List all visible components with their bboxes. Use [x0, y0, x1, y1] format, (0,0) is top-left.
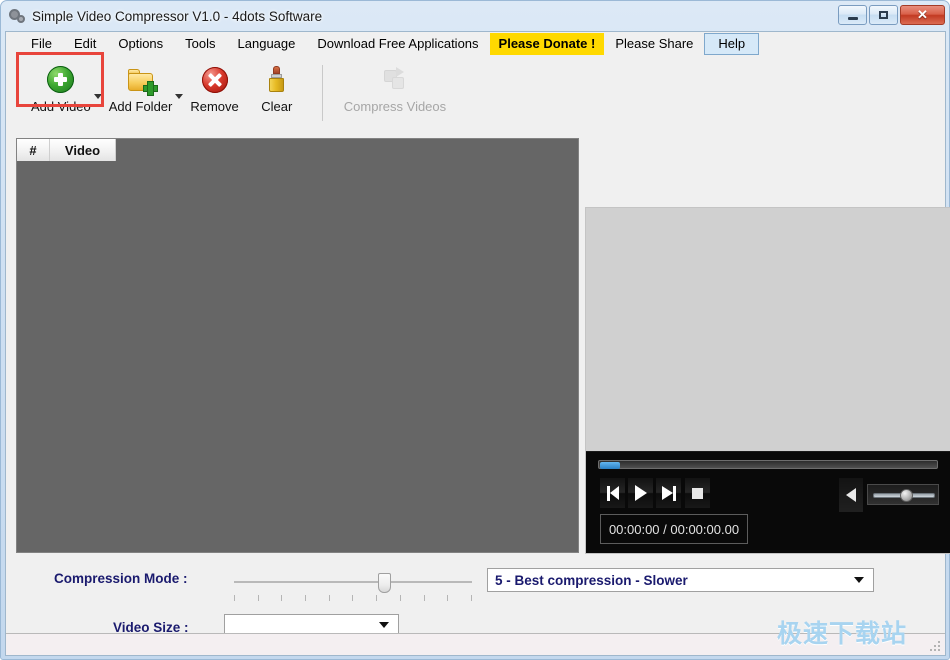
compression-mode-label: Compression Mode : — [54, 571, 188, 586]
red-circle-x-icon — [200, 65, 230, 95]
speaker-icon[interactable] — [839, 478, 863, 512]
add-video-label: Add Video — [31, 99, 91, 114]
title-bar: Simple Video Compressor V1.0 - 4dots Sof… — [1, 1, 949, 31]
compress-videos-label: Compress Videos — [344, 99, 446, 114]
time-display-text: 00:00:00 / 00:00:00.00 — [609, 522, 739, 537]
close-button[interactable]: ✕ — [900, 5, 945, 25]
client-area: File Edit Options Tools Language Downloa… — [5, 31, 946, 656]
menu-item-please-share[interactable]: Please Share — [604, 33, 704, 55]
menu-item-file[interactable]: File — [20, 33, 63, 55]
column-header-number[interactable]: # — [17, 139, 50, 161]
menu-item-please-donate[interactable]: Please Donate ! — [490, 33, 605, 55]
add-folder-button[interactable]: Add Folder — [102, 61, 180, 116]
remove-label: Remove — [190, 99, 238, 114]
green-circle-plus-icon — [46, 65, 76, 95]
compression-slider-thumb[interactable] — [378, 573, 391, 593]
add-folder-group: Add Folder — [102, 61, 184, 116]
chevron-down-icon[interactable] — [854, 577, 864, 583]
clear-button[interactable]: Clear — [246, 61, 308, 116]
compression-mode-value: 5 - Best compression - Slower — [488, 573, 854, 588]
resize-grip[interactable] — [929, 640, 942, 653]
seek-bar[interactable] — [598, 460, 938, 469]
next-track-icon — [662, 486, 673, 500]
menu-item-tools[interactable]: Tools — [174, 33, 226, 55]
compression-slider-track — [234, 581, 472, 583]
media-player-controls: 00:00:00 / 00:00:00.00 — [586, 451, 950, 553]
list-header: # Video — [17, 139, 116, 161]
app-icon — [9, 8, 26, 25]
stop-button[interactable] — [685, 478, 710, 508]
video-file-list[interactable]: # Video — [16, 138, 579, 553]
seek-bar-thumb[interactable] — [600, 462, 620, 469]
menu-item-language[interactable]: Language — [227, 33, 307, 55]
clear-label: Clear — [261, 99, 292, 114]
toolbar-separator — [322, 65, 323, 121]
window-buttons: ✕ — [838, 5, 945, 25]
menu-item-download-free-applications[interactable]: Download Free Applications — [306, 33, 489, 55]
maximize-button[interactable] — [869, 5, 898, 25]
app-window: Simple Video Compressor V1.0 - 4dots Sof… — [0, 0, 950, 660]
menu-bar: File Edit Options Tools Language Downloa… — [6, 32, 945, 56]
stop-icon — [692, 488, 703, 499]
window-title: Simple Video Compressor V1.0 - 4dots Sof… — [32, 9, 322, 24]
compression-mode-slider[interactable] — [234, 572, 472, 606]
add-folder-label: Add Folder — [109, 99, 173, 114]
chevron-down-icon[interactable] — [379, 622, 389, 628]
compress-icon — [380, 65, 410, 95]
remove-button[interactable]: Remove — [183, 61, 245, 116]
video-display-area — [586, 208, 950, 451]
video-preview-panel: 00:00:00 / 00:00:00.00 — [585, 207, 950, 554]
toolbar: Add Video Add Folder Remove — [6, 56, 945, 135]
play-button[interactable] — [628, 478, 653, 508]
site-watermark: 极速下载站 — [777, 614, 907, 650]
previous-track-button[interactable] — [600, 478, 625, 508]
compression-mode-dropdown[interactable]: 5 - Best compression - Slower — [487, 568, 874, 592]
column-header-video[interactable]: Video — [50, 139, 116, 161]
menu-item-options[interactable]: Options — [107, 33, 174, 55]
next-track-button[interactable] — [656, 478, 681, 508]
add-video-group: Add Video — [24, 61, 102, 116]
minimize-button[interactable] — [838, 5, 867, 25]
brush-icon — [262, 65, 292, 95]
compression-slider-ticks — [234, 595, 472, 602]
volume-knob[interactable] — [900, 489, 913, 502]
add-video-button[interactable]: Add Video — [24, 61, 98, 116]
volume-slider[interactable] — [867, 484, 939, 505]
folder-plus-icon — [126, 65, 156, 95]
menu-item-edit[interactable]: Edit — [63, 33, 107, 55]
time-display: 00:00:00 / 00:00:00.00 — [600, 514, 748, 544]
menu-item-help[interactable]: Help — [704, 33, 759, 55]
compress-videos-button[interactable]: Compress Videos — [337, 61, 453, 116]
play-icon — [635, 485, 647, 501]
